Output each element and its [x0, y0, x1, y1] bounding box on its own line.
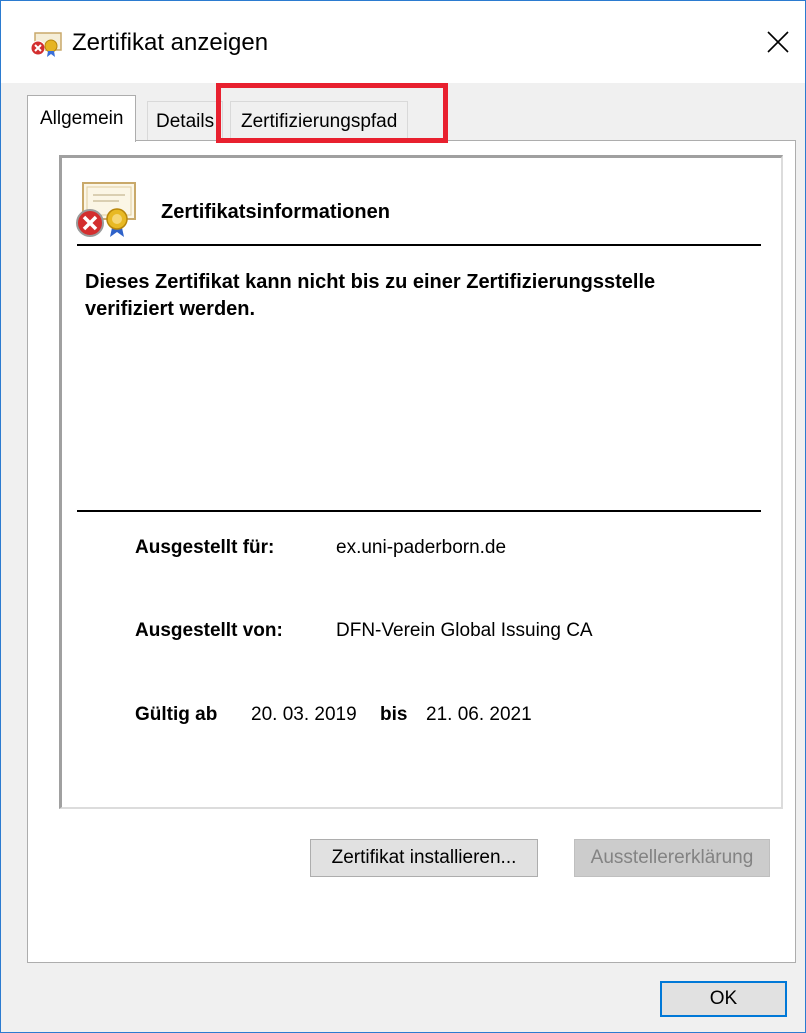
- issued-by-value: DFN-Verein Global Issuing CA: [336, 620, 593, 641]
- issuer-statement-button[interactable]: Ausstellererklärung: [574, 839, 770, 877]
- title-bar: Zertifikat anzeigen: [1, 1, 805, 83]
- tab-details[interactable]: Details: [147, 101, 224, 140]
- certificate-dialog: Zertifikat anzeigen Allgemein Details Ze…: [0, 0, 806, 1033]
- valid-to-value: 21. 06. 2021: [426, 704, 532, 725]
- close-button[interactable]: [751, 15, 805, 69]
- details-divider: [77, 510, 761, 512]
- valid-to-label: bis: [380, 704, 408, 725]
- valid-from-label: Gültig ab: [135, 704, 218, 725]
- ok-button[interactable]: OK: [660, 981, 787, 1017]
- certificate-error-icon: [30, 32, 62, 57]
- window-title: Zertifikat anzeigen: [72, 29, 269, 56]
- tab-zertifizierungspfad[interactable]: Zertifizierungspfad: [230, 101, 409, 140]
- close-icon: [767, 31, 789, 53]
- info-heading: Zertifikatsinformationen: [161, 201, 390, 223]
- issued-to-label: Ausgestellt für:: [135, 537, 275, 558]
- install-certificate-button[interactable]: Zertifikat installieren...: [310, 839, 538, 877]
- heading-divider: [77, 244, 761, 246]
- issued-to-value: ex.uni-paderborn.de: [336, 537, 507, 558]
- valid-from-value: 20. 03. 2019: [251, 704, 357, 725]
- issued-by-label: Ausgestellt von:: [135, 620, 283, 641]
- verification-warning: Dieses Zertifikat kann nicht bis zu eine…: [85, 271, 656, 320]
- tab-allgemein[interactable]: Allgemein: [27, 95, 137, 142]
- certificate-error-icon: [76, 182, 136, 237]
